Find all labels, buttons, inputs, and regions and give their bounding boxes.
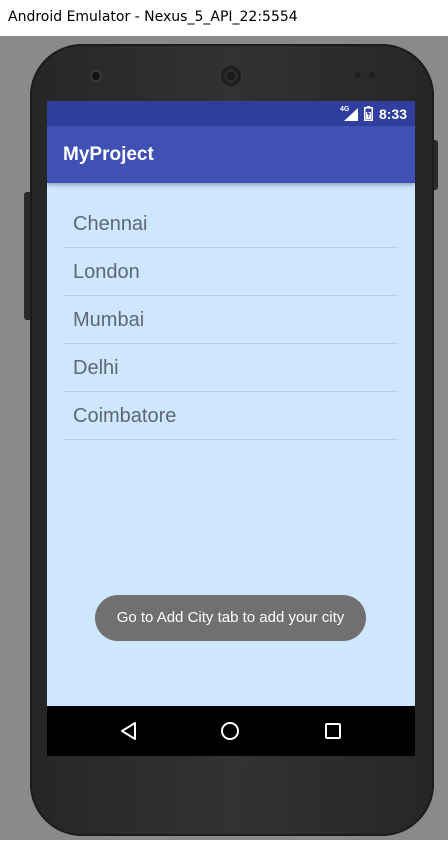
battery-icon <box>363 106 373 121</box>
sensor-icon <box>355 72 361 78</box>
status-bar: 4G 8:33 <box>47 101 415 126</box>
list-item-city[interactable]: Delhi <box>64 344 398 392</box>
recents-icon[interactable] <box>322 720 344 742</box>
app-title: MyProject <box>63 144 154 165</box>
speaker-grille-icon <box>221 66 241 86</box>
emulator-window-title: Android Emulator - Nexus_5_API_22:5554 <box>0 0 448 36</box>
list-item-city[interactable]: London <box>64 248 398 296</box>
list-item-city[interactable]: Chennai <box>64 200 398 248</box>
navigation-bar <box>47 706 415 756</box>
sensor-icon <box>369 72 375 78</box>
status-time: 8:33 <box>378 105 407 122</box>
app-toolbar: MyProject <box>47 126 415 183</box>
device-screen: 4G 8:33 MyProject Chennai London Mumbai … <box>47 101 415 756</box>
list-item-city[interactable]: Mumbai <box>64 296 398 344</box>
city-list: Chennai London Mumbai Delhi Coimbatore <box>64 200 398 440</box>
signal-icon: 4G <box>340 106 358 121</box>
home-icon[interactable] <box>219 720 241 742</box>
back-icon[interactable] <box>118 720 140 742</box>
toast-message: Go to Add City tab to add your city <box>95 595 366 641</box>
list-item-city[interactable]: Coimbatore <box>64 392 398 440</box>
front-camera-icon <box>92 72 100 80</box>
